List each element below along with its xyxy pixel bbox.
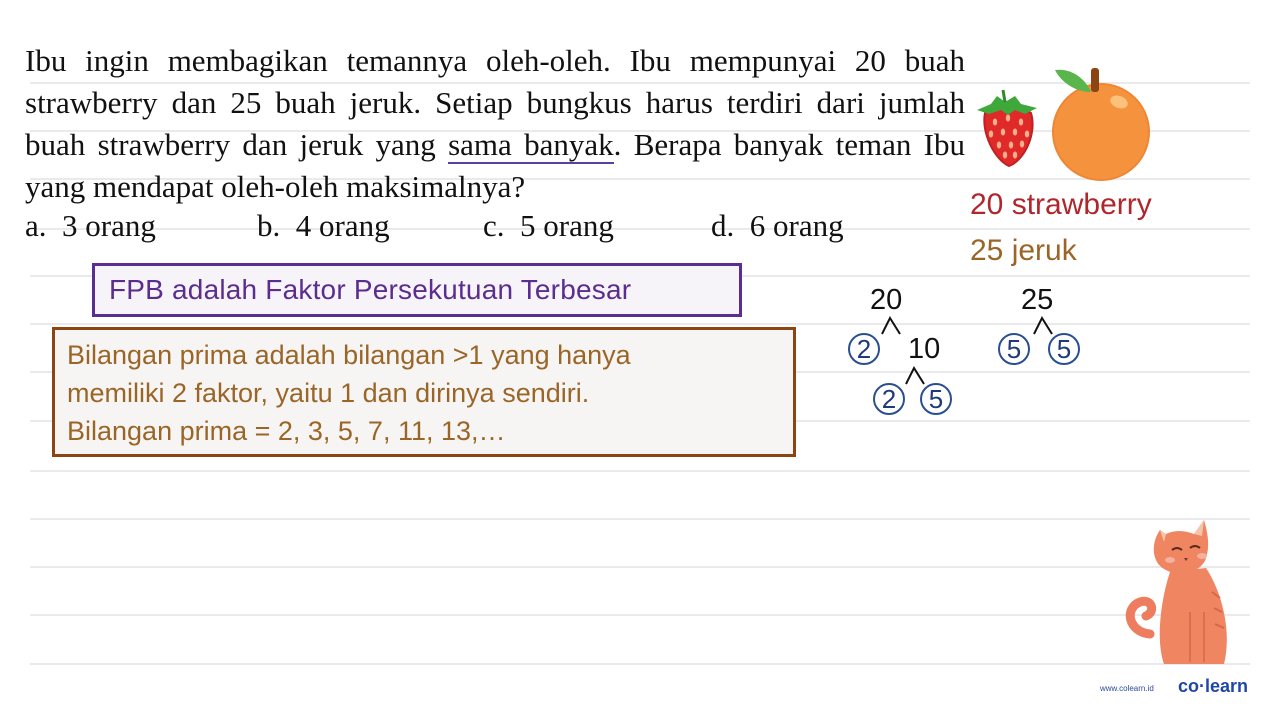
tree25-branch: [1033, 315, 1053, 335]
option-letter: b.: [257, 208, 281, 243]
option-letter: d.: [711, 208, 735, 243]
answer-options: a. 3 orang b. 4 orang c. 5 orang d. 6 or…: [25, 208, 925, 252]
prime-circle: 2: [873, 383, 905, 415]
tree20-branch: [881, 315, 901, 335]
colearn-logo: co·learn: [1178, 676, 1249, 696]
underlined-phrase: sama banyak: [448, 127, 614, 164]
ruled-line: [30, 566, 1250, 568]
website-url[interactable]: www.colearn.id: [1100, 684, 1154, 693]
option-letter: c.: [483, 208, 505, 243]
option-text: 6 orang: [749, 208, 844, 243]
orange-icon: [1052, 68, 1150, 181]
prime-circle: 5: [998, 333, 1030, 365]
option-a[interactable]: a. 3 orang: [25, 208, 156, 244]
cat-mascot-icon: [1125, 520, 1227, 664]
strawberry-icon: [977, 89, 1037, 168]
tree20-root: 20: [870, 284, 903, 316]
jeruk-count-label: 25 jeruk: [970, 234, 1077, 267]
ruled-line: [30, 470, 1250, 472]
fpb-definition-box: FPB adalah Faktor Persekutuan Terbesar: [92, 263, 742, 317]
option-text: 4 orang: [295, 208, 390, 243]
ruled-line: [30, 614, 1250, 616]
option-d[interactable]: d. 6 orang: [711, 208, 844, 244]
tree10-branch: [905, 365, 925, 385]
prime-line-3: Bilangan prima = 2, 3, 5, 7, 11, 13,…: [67, 416, 506, 446]
option-letter: a.: [25, 208, 47, 243]
option-text: 3 orang: [62, 208, 156, 243]
option-b[interactable]: b. 4 orang: [257, 208, 390, 244]
prime-circle: 5: [920, 383, 952, 415]
ruled-line: [30, 663, 1250, 665]
tree20-mid: 10: [908, 333, 941, 365]
ruled-line: [30, 323, 1250, 325]
prime-definition-box: Bilangan prima adalah bilangan >1 yang h…: [52, 327, 796, 457]
tree25-root: 25: [1021, 284, 1054, 316]
strawberry-count-label: 20 strawberry: [970, 188, 1152, 221]
question-text: Ibu ingin membagikan temannya oleh-oleh.…: [25, 40, 965, 208]
prime-line-2: memiliki 2 faktor, yaitu 1 dan dirinya s…: [67, 378, 590, 408]
option-c[interactable]: c. 5 orang: [483, 208, 614, 244]
prime-line-1: Bilangan prima adalah bilangan >1 yang h…: [67, 340, 631, 370]
option-text: 5 orang: [520, 208, 614, 243]
prime-circle: 2: [848, 333, 880, 365]
prime-circle: 5: [1048, 333, 1080, 365]
ruled-line: [30, 518, 1250, 520]
